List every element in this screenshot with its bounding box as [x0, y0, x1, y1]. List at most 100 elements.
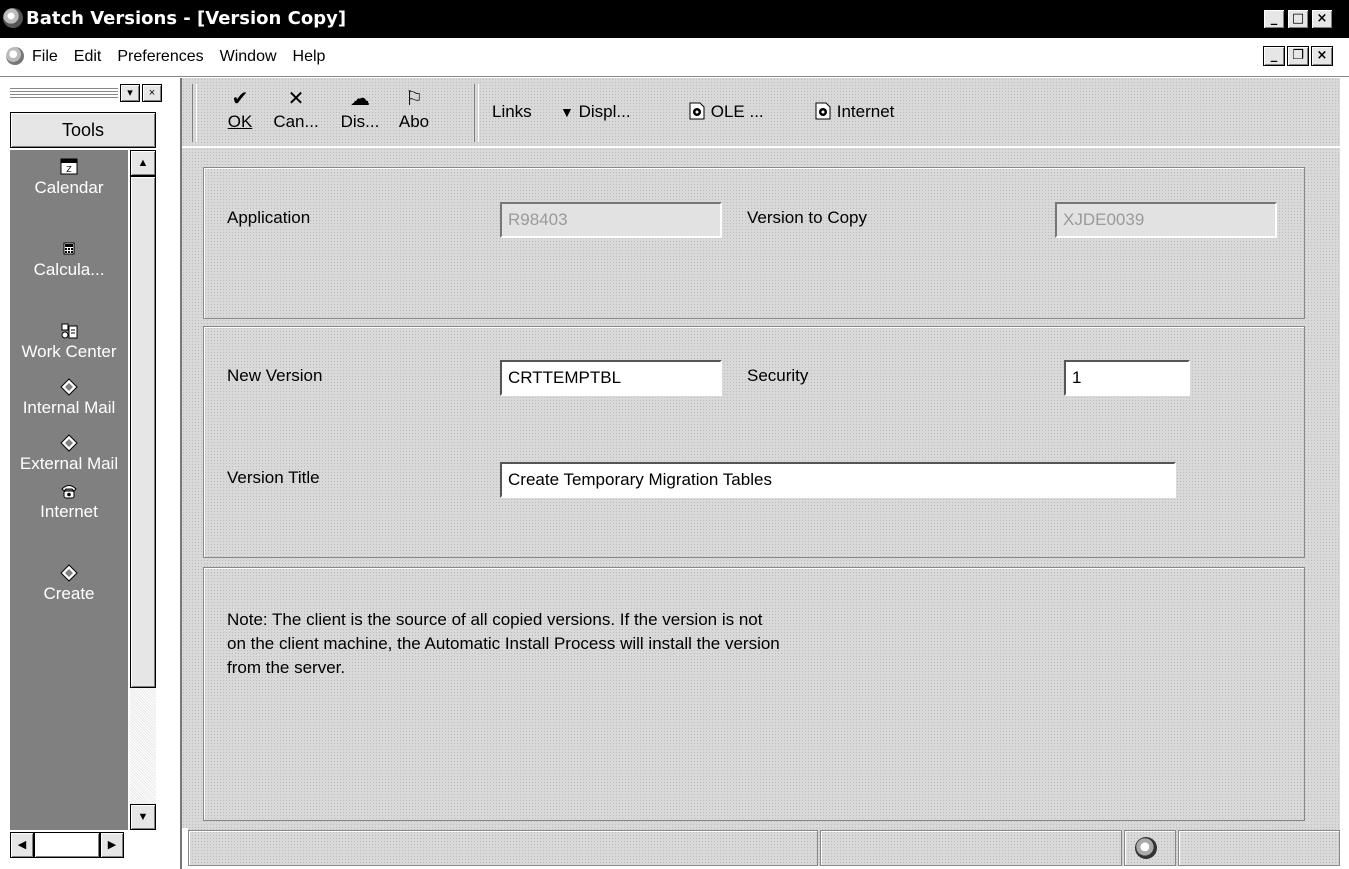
cancel-x-icon: ✕	[287, 88, 305, 110]
tools-list: Z Calendar Calcula... Work Center Intern…	[10, 150, 128, 830]
status-section-right	[1178, 830, 1340, 866]
tools-pane-header: ▾ ×	[10, 84, 170, 114]
cancel-label: Can...	[273, 112, 319, 131]
tool-calculator[interactable]: Calcula...	[10, 238, 128, 280]
calendar-icon: Z	[60, 158, 78, 175]
activity-globe-icon	[1135, 837, 1157, 859]
document-globe-icon[interactable]	[6, 47, 24, 65]
close-button[interactable]: ×	[1311, 9, 1333, 29]
mail-icon	[60, 564, 78, 582]
tools-vertical-scrollbar[interactable]: ▲ ▼	[130, 150, 158, 830]
document-controls: _ ❐ ×	[1263, 46, 1333, 66]
tool-label: Create	[43, 584, 95, 603]
doc-restore-button[interactable]: ❐	[1287, 46, 1309, 66]
menu-help[interactable]: Help	[293, 48, 326, 66]
display-menu[interactable]: ▼ Displ...	[560, 102, 631, 122]
cancel-button[interactable]: ✕ Can...	[268, 86, 324, 132]
display-label: Dis...	[340, 112, 380, 131]
tools-pane: ▾ × Tools Z Calendar Calcula... Work Cen…	[0, 78, 182, 869]
note-line: Note: The client is the source of all co…	[227, 610, 763, 629]
tool-label: Internal Mail	[22, 398, 116, 417]
note-panel	[203, 567, 1305, 821]
menu-preferences[interactable]: Preferences	[117, 48, 203, 66]
tool-calendar[interactable]: Z Calendar	[10, 156, 128, 198]
tool-internet[interactable]: Internet	[10, 480, 128, 522]
status-section-icon	[1124, 830, 1176, 866]
toolbar: ✔ OK ✕ Can... ☁ Dis... ⚐ Abo Links ▼ Dis…	[182, 78, 1340, 146]
application-field: R98403	[500, 202, 722, 238]
tool-label: Work Center	[21, 342, 117, 361]
checkmark-icon: ✔	[231, 88, 249, 110]
doc-minimize-button[interactable]: _	[1263, 46, 1285, 66]
tool-label: Internet	[40, 502, 98, 521]
minimize-button[interactable]: _	[1263, 9, 1285, 29]
scroll-right-button[interactable]: ▶	[100, 832, 124, 858]
security-input[interactable]: 1	[1064, 360, 1190, 396]
links-menu[interactable]: Links	[492, 102, 532, 122]
status-bar	[188, 828, 1340, 866]
menu-bar: File Edit Preferences Window Help _ ❐ ×	[0, 38, 1349, 77]
doc-close-button[interactable]: ×	[1311, 46, 1333, 66]
version-to-copy-field: XJDE0039	[1055, 202, 1277, 238]
toolbar-separator	[192, 84, 197, 142]
about-button[interactable]: ⚐ Abo	[394, 86, 434, 132]
mail-icon	[60, 378, 78, 396]
tools-horizontal-scrollbar[interactable]: ◀ ▶	[10, 832, 160, 858]
tool-label: Calendar	[34, 178, 104, 197]
window-controls: _ □ ×	[1263, 9, 1333, 29]
about-label: Abo	[398, 112, 430, 131]
new-version-label: New Version	[227, 366, 323, 385]
tool-external-mail[interactable]: External Mail	[10, 432, 128, 474]
tools-restore-button[interactable]: ▾	[120, 84, 140, 102]
title-bar: Batch Versions - [Version Copy] _ □ ×	[0, 0, 1349, 38]
scroll-up-button[interactable]: ▲	[130, 150, 156, 176]
maximize-button[interactable]: □	[1287, 9, 1309, 29]
app-globe-icon	[3, 8, 23, 28]
ole-label: OLE ...	[710, 102, 764, 121]
note-line: on the client machine, the Automatic Ins…	[227, 634, 780, 653]
menu-file[interactable]: File	[32, 48, 58, 66]
display-button[interactable]: ☁ Dis...	[334, 86, 386, 132]
window-title: Batch Versions - [Version Copy]	[26, 8, 347, 29]
note-line: from the server.	[227, 658, 346, 677]
tools-tab[interactable]: Tools	[10, 112, 156, 148]
menu-edit[interactable]: Edit	[74, 48, 102, 66]
scroll-down-button[interactable]: ▼	[130, 804, 156, 830]
tool-work-center[interactable]: Work Center	[10, 320, 128, 362]
status-section-main	[188, 830, 818, 866]
tool-create[interactable]: Create	[10, 562, 128, 604]
phone-icon	[61, 485, 77, 499]
version-to-copy-label: Version to Copy	[747, 208, 868, 227]
mail-icon	[60, 434, 78, 452]
ok-label: OK	[227, 112, 253, 131]
calculator-icon	[63, 242, 75, 255]
toolbar-separator	[474, 84, 479, 142]
tool-label: Calcula...	[33, 260, 105, 279]
svg-text:Z: Z	[66, 165, 72, 174]
new-version-input[interactable]: CRTTEMPTBL	[500, 360, 722, 396]
version-title-input[interactable]: Create Temporary Migration Tables	[500, 462, 1176, 498]
tools-close-button[interactable]: ×	[142, 84, 162, 102]
note-text: Note: The client is the source of all co…	[227, 608, 780, 680]
work-center-icon	[61, 323, 78, 339]
menu-window[interactable]: Window	[220, 48, 277, 66]
source-panel	[203, 167, 1305, 319]
scroll-thumb[interactable]	[130, 176, 156, 688]
about-help-icon: ⚐	[405, 88, 423, 110]
display-errors-icon: ☁	[350, 88, 370, 110]
tool-label: External Mail	[19, 454, 119, 473]
version-title-label: Version Title	[227, 468, 320, 487]
ole-document-icon	[689, 102, 705, 120]
tool-internal-mail[interactable]: Internal Mail	[10, 376, 128, 418]
ok-button[interactable]: ✔ OK	[222, 86, 258, 132]
scroll-left-button[interactable]: ◀	[10, 832, 34, 858]
internet-label: Internet	[836, 102, 895, 121]
ole-link[interactable]: OLE ...	[688, 102, 764, 122]
display-menu-label: Displ...	[578, 102, 631, 121]
internet-link[interactable]: Internet	[814, 102, 894, 122]
internet-document-icon	[815, 102, 831, 120]
application-label: Application	[227, 208, 311, 227]
dropdown-arrow-icon: ▼	[560, 104, 574, 120]
security-label: Security	[747, 366, 809, 385]
hscroll-track[interactable]	[34, 832, 100, 858]
